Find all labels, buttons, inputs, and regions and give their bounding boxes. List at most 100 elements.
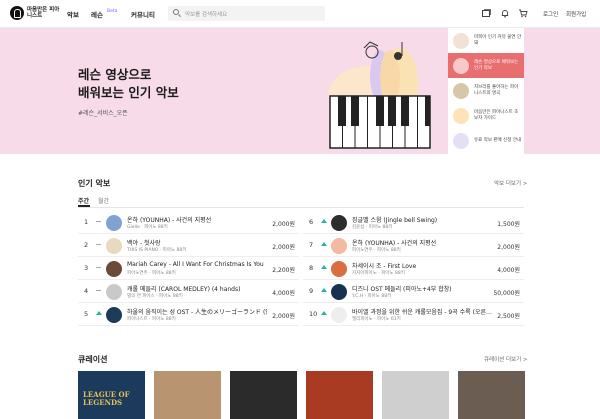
rank-number: 4 xyxy=(84,287,89,295)
song-thumbnail xyxy=(106,284,122,300)
curation-card-3[interactable] xyxy=(230,371,297,419)
side-item-1[interactable]: 마피아 인기 커뮤 물연 안 돼 xyxy=(448,28,524,53)
banner-title-line2: 배워보는 인기 악보 xyxy=(78,85,179,100)
song-price: 2,000원 xyxy=(272,313,295,320)
chart-row-left-3[interactable]: 3 Mariah Carey - All I Want For Christmas… xyxy=(78,258,299,280)
cart-icon[interactable] xyxy=(518,8,528,18)
rank-number: 1 xyxy=(84,218,89,226)
sheet-stack-icon[interactable] xyxy=(481,8,491,18)
song-subtitle: Gielle · 피아노 88키 xyxy=(127,225,168,230)
banner-title: 레슨 영상으로 배워보는 인기 악보 xyxy=(78,66,248,102)
song-thumbnail xyxy=(106,307,122,323)
song-price: 2,000원 xyxy=(272,221,295,228)
search-box[interactable]: 악보를 검색하세요 xyxy=(168,6,325,21)
song-title: 온하 (YOUNHA) - 사건의 지평선 xyxy=(127,217,212,224)
tab-monthly[interactable]: 월간 xyxy=(98,196,109,205)
chart-row-right-2[interactable]: 7 온하 (YOUNHA) - 사건의 지평선 피아노연주 · 피아노 88키 2,0… xyxy=(303,235,524,257)
song-subtitle: Y.C.H · 피아노 88키 xyxy=(352,294,392,299)
side-thumb-4 xyxy=(453,107,469,124)
rank-number: 3 xyxy=(84,264,89,272)
top-header: 마음만은 피아니스트 악보 레슨 Beta 커뮤니티 악보를 검색하세요 로그인… xyxy=(0,0,600,28)
song-title: 백야 - 첫사랑 xyxy=(127,240,161,247)
song-subtitle: THIS IS PIANO · 피아노 88키 xyxy=(127,248,187,253)
tabs-divider xyxy=(78,207,524,208)
song-price: 2,000원 xyxy=(497,244,520,251)
side-item-2[interactable]: 레슨 영상으로 배워보는 인기 악보 xyxy=(448,53,524,78)
chart-row-right-4[interactable]: 9 디즈니 OST 메들리 (피아노+4부 합창) Y.C.H · 피아노 88키 5… xyxy=(303,281,524,303)
curation-card-5[interactable] xyxy=(382,371,449,419)
chart-row-right-1[interactable]: 6 징글벨 스윙 (Jingle bell Swing) 김윤섭 · 피아노 88키… xyxy=(303,212,524,234)
bell-icon[interactable] xyxy=(500,8,510,18)
nav-sheet-music[interactable]: 악보 xyxy=(67,9,79,19)
more-curation-link[interactable]: 큐레이션 더보기 > xyxy=(484,355,528,363)
chart-row-right-5[interactable]: 10 바이엘 과정을 위한 쉬운 캐롤모음집 - 9곡 수록 (오른… 엘리피아노 … xyxy=(303,304,524,326)
song-title: 바이엘 과정을 위한 쉬운 캐롤모음집 - 9곡 수록 (오른… xyxy=(352,309,492,316)
song-price: 4,000원 xyxy=(497,267,520,274)
piano-keys-illustration xyxy=(328,41,431,149)
search-input[interactable]: 악보를 검색하세요 xyxy=(185,10,227,18)
trend-up-icon xyxy=(96,311,102,315)
song-thumbnail xyxy=(331,215,347,231)
side-thumb-2 xyxy=(453,57,469,74)
rank-number: 8 xyxy=(309,264,314,272)
song-thumbnail xyxy=(106,238,122,254)
rank-number: 2 xyxy=(84,241,89,249)
side-item-4[interactable]: 마음만은 피아니스트 초보자 가이드 xyxy=(448,103,524,128)
song-subtitle: 피아노연주 · 피아노 88키 xyxy=(127,271,176,276)
banner-side-list: 마피아 인기 커뮤 물연 안 돼 레슨 영상으로 배워보는 인기 악보 지브리를… xyxy=(448,28,524,154)
logo-text: 마음만은 피아니스트 xyxy=(27,7,60,19)
song-subtitle: 별의 연 피아스 · 피아노 88키 xyxy=(127,294,183,299)
curation-card-label: LEAGUE OF LEGENDS xyxy=(83,390,130,407)
song-subtitle: 지지아피아노 · 피아노 88키 xyxy=(352,271,405,276)
rank-number: 7 xyxy=(309,241,314,249)
side-label-5: 유료 악보 판매 신청 안내 xyxy=(474,137,522,143)
trend-up-icon xyxy=(321,288,327,292)
side-label-1: 마피아 인기 커뮤 물연 안 돼 xyxy=(474,34,522,46)
more-sheets-link[interactable]: 악보 더보기 > xyxy=(494,179,527,187)
song-thumbnail xyxy=(106,261,122,277)
chart-row-left-1[interactable]: 1 온하 (YOUNHA) - 사건의 지평선 Gielle · 피아노 88키 2,… xyxy=(78,212,299,234)
chart-row-right-3[interactable]: 8 차세이시 조 - First Love 지지아피아노 · 피아노 88키 4,00… xyxy=(303,258,524,280)
logo[interactable]: 마음만은 피아니스트 xyxy=(10,6,61,20)
login-link[interactable]: 로그인 xyxy=(543,10,558,18)
nav-community[interactable]: 커뮤니티 xyxy=(131,9,155,19)
song-price: 2,500원 xyxy=(497,313,520,320)
trend-flat-icon xyxy=(96,267,101,268)
song-subtitle: 피아노연주 · 피아노 88키 xyxy=(352,248,401,253)
side-thumb-1 xyxy=(453,32,469,49)
song-title: 캐롤 메들리 (CAROL MEDLEY) (4 hands) xyxy=(127,286,241,293)
curation-card-6[interactable] xyxy=(458,371,525,419)
song-subtitle: 엘리피아노 · 피아노 61키 xyxy=(352,317,401,322)
tab-weekly[interactable]: 주간 xyxy=(78,196,89,205)
song-title: 차세이시 조 - First Love xyxy=(352,263,417,270)
trend-up-icon xyxy=(321,242,327,246)
banner-hashtag: #레슨_서비스_오픈 xyxy=(78,110,128,117)
song-price: 2,000원 xyxy=(272,244,295,251)
side-item-5[interactable]: 유료 악보 판매 신청 안내 xyxy=(448,128,524,153)
song-thumbnail xyxy=(331,261,347,277)
trend-up-icon xyxy=(321,311,327,315)
song-title: 온하 (YOUNHA) - 사건의 지평선 xyxy=(352,240,437,247)
beta-badge: Beta xyxy=(107,9,118,14)
curation-card-2[interactable] xyxy=(154,371,221,419)
nav-lesson[interactable]: 레슨 xyxy=(91,9,103,19)
signup-link[interactable]: 회원가입 xyxy=(566,10,586,18)
song-price: 1,500원 xyxy=(497,221,520,228)
side-thumb-5 xyxy=(453,132,469,149)
song-thumbnail xyxy=(331,238,347,254)
chart-row-left-4[interactable]: 4 캐롤 메들리 (CAROL MEDLEY) (4 hands) 별의 연 피아스… xyxy=(78,281,299,303)
song-subtitle: 피아니스트 · 피아노 88키 xyxy=(127,317,176,322)
banner-title-line1: 레슨 영상으로 xyxy=(78,67,152,82)
side-label-2: 레슨 영상으로 배워보는 인기 악보 xyxy=(474,59,519,71)
song-thumbnail xyxy=(331,284,347,300)
song-title: Mariah Carey - All I Want For Christmas … xyxy=(127,261,264,268)
side-thumb-3 xyxy=(453,82,469,99)
chart-row-left-5[interactable]: 5 하울의 움직이는 성 OST - 人生のメリーゴーランド (인생… 피아니스트 … xyxy=(78,304,299,326)
popular-title: 인기 악보 xyxy=(78,179,111,188)
curation-card-4[interactable] xyxy=(306,371,373,419)
curation-card-1[interactable]: LEAGUE OF LEGENDS xyxy=(78,371,145,419)
rank-number: 6 xyxy=(309,218,314,226)
side-item-3[interactable]: 지브리를 좋아하는 피아니스트의 명곡 xyxy=(448,78,524,103)
chart-row-left-2[interactable]: 2 백야 - 첫사랑 THIS IS PIANO · 피아노 88키 2,000원 xyxy=(78,235,299,257)
period-tabs: 주간 월간 xyxy=(78,196,524,207)
